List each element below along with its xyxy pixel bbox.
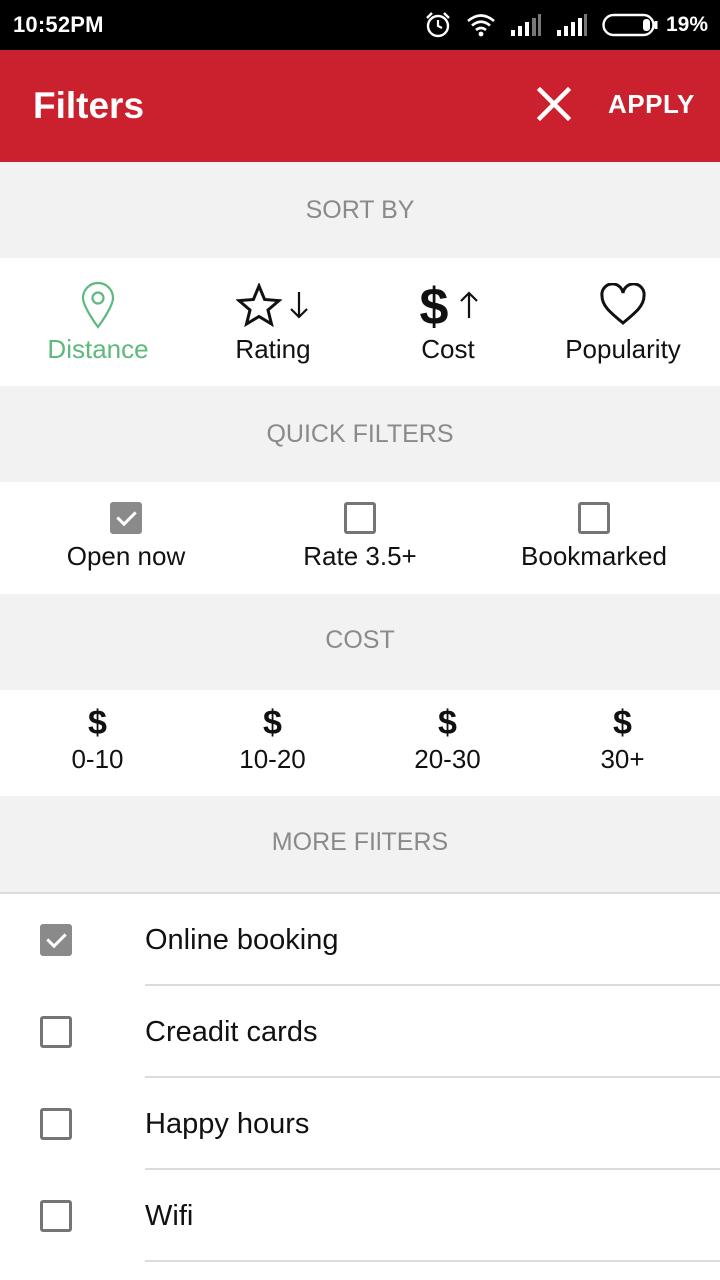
cost-option-30-plus[interactable]: $ 30+ [535,690,710,796]
sort-by-header: SORT BY [0,162,720,258]
dollar-icon: $ [438,704,457,742]
more-filter-credit-cards[interactable]: Creadit cards [0,986,720,1078]
cost-label: 0-10 [71,744,124,774]
quick-filter-open-now[interactable]: Open now [6,482,246,594]
arrow-up-icon [460,291,478,318]
sort-label-popularity: Popularity [565,334,681,364]
status-icons: 19% [424,10,708,40]
status-bar: 10:52PM 19% [0,0,720,50]
more-filter-label: Online booking [145,924,339,956]
more-filter-wifi[interactable]: Wifi [0,1170,720,1262]
signal-icon-2 [556,14,588,36]
sort-option-cost[interactable]: $ Cost [358,258,538,386]
more-filter-online-booking[interactable]: Online booking [0,894,720,986]
heart-icon [600,283,646,325]
cost-option-10-20[interactable]: $ 10-20 [185,690,360,796]
quick-filter-label: Rate 3.5+ [303,541,417,571]
svg-text:$: $ [420,280,449,330]
wifi-checkbox[interactable] [40,1200,72,1232]
divider [145,1260,720,1262]
status-time: 10:52PM [13,12,104,37]
sort-option-distance[interactable]: Distance [8,258,188,386]
more-filters-header: MORE FIlTERS [0,796,720,892]
battery-icon [602,13,658,37]
dollar-icon: $ [263,704,282,742]
quick-filter-label: Open now [66,541,186,571]
sort-option-rating[interactable]: Rating [183,258,363,386]
sort-options: Distance Rating $ Cost Popularity [0,258,720,386]
page-title: Filters [33,85,145,126]
dollar-icon: $ [88,704,107,742]
dollar-icon: $ [613,704,632,742]
happy-hours-checkbox[interactable] [40,1108,72,1140]
more-filter-happy-hours[interactable]: Happy hours [0,1078,720,1170]
close-button[interactable] [532,82,576,126]
close-icon [536,86,572,122]
cost-label: 30+ [600,744,645,774]
cost-option-0-10[interactable]: $ 0-10 [10,690,185,796]
app-bar: Filters APPLY [0,50,720,162]
alarm-icon [424,11,452,39]
credit-cards-checkbox[interactable] [40,1016,72,1048]
quick-filters: Open now Rate 3.5+ Bookmarked [0,482,720,594]
cost-label: 20-30 [414,744,481,774]
quick-filter-label: Bookmarked [521,541,667,571]
sort-label-cost: Cost [421,334,475,364]
quick-filter-rate[interactable]: Rate 3.5+ [240,482,480,594]
wifi-icon [466,13,496,37]
star-icon [236,283,282,327]
online-booking-checkbox[interactable] [40,924,72,956]
cost-header: COST [0,594,720,690]
sort-label-rating: Rating [235,334,311,364]
quick-filters-header: QUICK FILTERS [0,386,720,482]
sort-option-popularity[interactable]: Popularity [533,258,713,386]
more-filter-label: Wifi [145,1200,194,1232]
signal-icon-1 [510,14,542,36]
apply-button[interactable]: APPLY [608,89,695,120]
sort-label-distance: Distance [47,334,149,364]
rate-checkbox[interactable] [344,502,376,534]
quick-filter-bookmarked[interactable]: Bookmarked [474,482,714,594]
more-filter-label: Happy hours [145,1108,310,1140]
battery-percentage: 19% [665,13,708,36]
cost-label: 10-20 [239,744,306,774]
bookmarked-checkbox[interactable] [578,502,610,534]
arrow-down-icon [290,292,308,319]
more-filter-label: Creadit cards [145,1016,318,1048]
map-pin-icon [81,281,115,329]
cost-option-20-30[interactable]: $ 20-30 [360,690,535,796]
dollar-icon: $ [420,280,449,330]
cost-options: $ 0-10 $ 10-20 $ 20-30 $ 30+ [0,690,720,796]
open-now-checkbox[interactable] [110,502,142,534]
